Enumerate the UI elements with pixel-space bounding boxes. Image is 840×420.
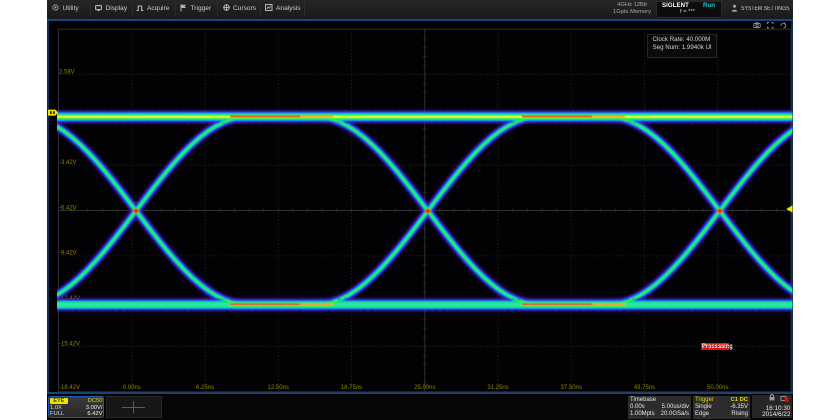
svg-text:-6.42V: -6.42V [59, 205, 77, 211]
svg-text:18.75ns: 18.75ns [341, 385, 362, 391]
svg-text:0.00ns: 0.00ns [123, 385, 141, 391]
svg-text:50.00ns: 50.00ns [707, 385, 728, 391]
svg-text:31.25ns: 31.25ns [487, 385, 508, 391]
svg-text:-18.42V: -18.42V [59, 385, 80, 391]
svg-text:-15.42V: -15.42V [59, 341, 80, 347]
svg-text:43.75ns: 43.75ns [634, 385, 655, 391]
svg-text:12.50ns: 12.50ns [268, 385, 289, 391]
svg-text:-3.42V: -3.42V [59, 160, 77, 166]
svg-text:6.25ns: 6.25ns [196, 385, 214, 391]
svg-text:2.58V: 2.58V [59, 69, 75, 75]
svg-text:37.50ns: 37.50ns [561, 385, 582, 391]
svg-text:-9.42V: -9.42V [59, 251, 77, 257]
svg-text:25.00ns: 25.00ns [414, 385, 435, 391]
